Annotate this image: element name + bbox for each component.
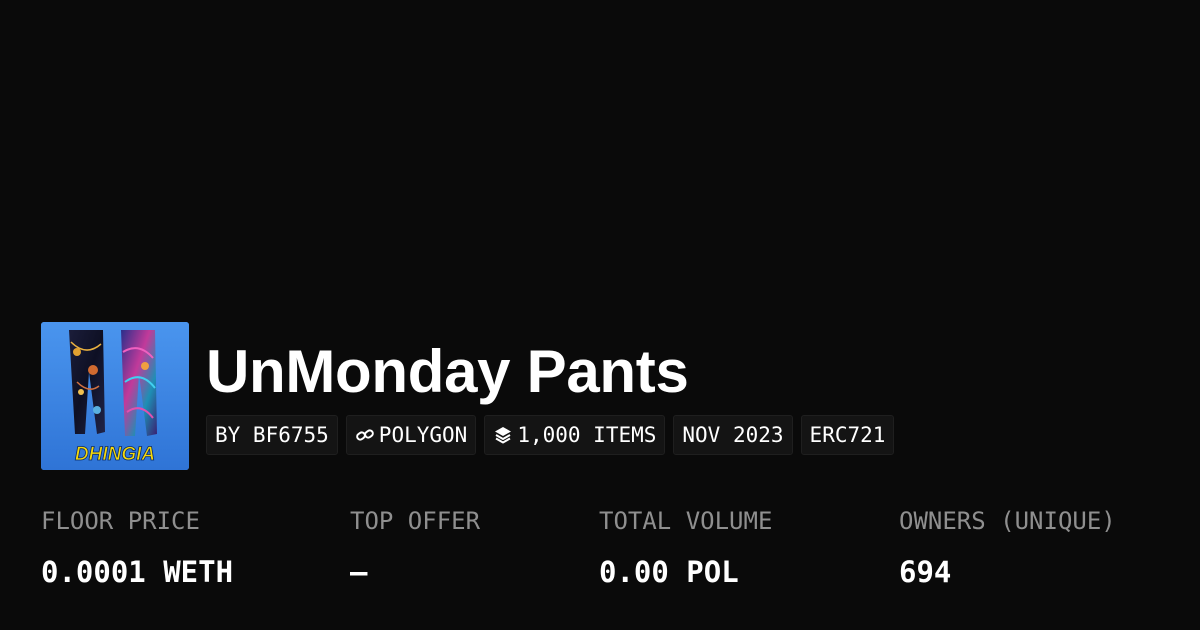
stat-label: TOTAL VOLUME — [599, 507, 773, 535]
items-label: 1,000 ITEMS — [517, 423, 657, 447]
stat-value: – — [350, 555, 368, 589]
stat-value: 694 — [899, 555, 952, 589]
dhingia-logo: DHINGIA — [75, 444, 155, 465]
top-offer-stat: TOP OFFER – — [350, 504, 480, 590]
layers-icon — [493, 425, 513, 445]
collection-avatar: DHINGIA — [41, 322, 189, 470]
floor-price-stat: FLOOR PRICE 0.0001 WETH — [41, 504, 233, 590]
total-volume-stat: TOTAL VOLUME 0.00 POL — [599, 504, 772, 590]
chain-pill[interactable]: POLYGON — [345, 415, 477, 455]
creator-pill[interactable]: BY BF6755 — [206, 415, 338, 455]
stat-label: TOP OFFER — [350, 507, 481, 535]
token-standard-label: ERC721 — [809, 423, 886, 447]
collection-title: UnMonday Pants — [206, 338, 689, 405]
stat-value: 0.0001 WETH — [41, 555, 234, 589]
created-date-pill: NOV 2023 — [673, 415, 793, 455]
stat-label: OWNERS (UNIQUE) — [899, 507, 1116, 535]
creator-label: BY BF6755 — [215, 423, 329, 447]
created-date-label: NOV 2023 — [682, 423, 784, 447]
chain-link-icon — [355, 425, 375, 445]
stat-label: FLOOR PRICE — [41, 507, 200, 535]
chain-label: POLYGON — [378, 423, 468, 447]
owners-stat: OWNERS (UNIQUE) 694 — [899, 504, 1116, 590]
items-pill[interactable]: 1,000 ITEMS — [484, 415, 666, 455]
token-standard-pill: ERC721 — [800, 415, 895, 455]
collection-meta-pills: BY BF6755 POLYGON 1,000 ITEMS NOV 2023 E… — [206, 415, 895, 455]
stat-value: 0.00 POL — [599, 555, 739, 589]
pants-artwork-image: DHINGIA — [41, 322, 189, 470]
